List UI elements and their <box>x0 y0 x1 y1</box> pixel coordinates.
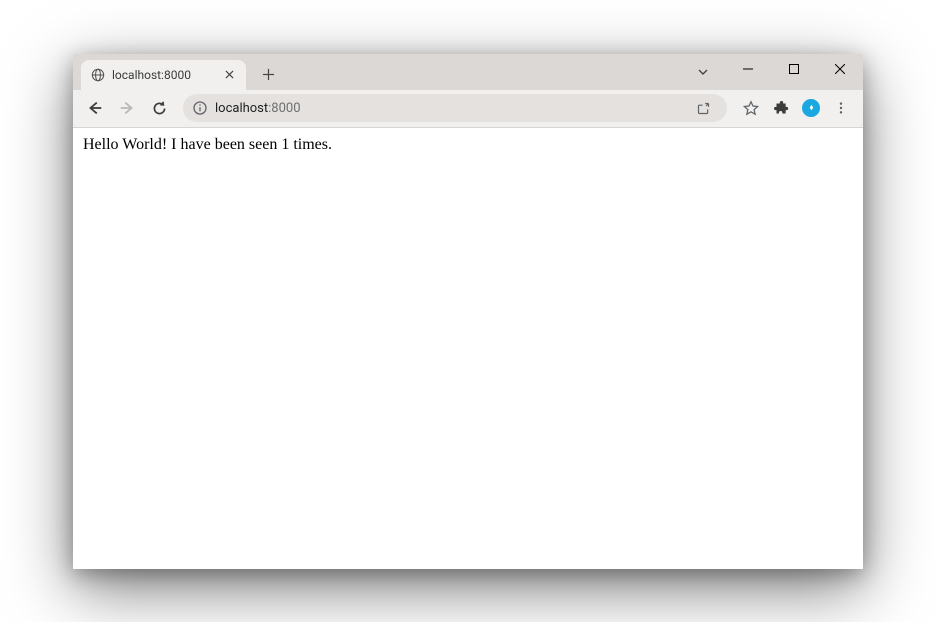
toolbar: localhost:8000 <box>73 90 863 128</box>
extensions-button[interactable] <box>767 94 795 122</box>
site-info-icon[interactable] <box>193 101 207 115</box>
body-text: Hello World! I have been seen 1 times. <box>83 136 332 153</box>
tabs-dropdown-button[interactable] <box>691 60 715 84</box>
close-tab-button[interactable] <box>222 68 236 82</box>
share-button[interactable] <box>689 94 717 122</box>
toolbar-right <box>737 94 855 122</box>
new-tab-button[interactable] <box>254 61 282 89</box>
extension-circle-icon <box>802 99 820 117</box>
address-bar[interactable]: localhost:8000 <box>183 94 727 122</box>
reload-button[interactable] <box>145 94 173 122</box>
bookmark-button[interactable] <box>737 94 765 122</box>
title-bar: localhost:8000 <box>73 54 863 90</box>
close-window-button[interactable] <box>817 54 863 84</box>
tab-strip: localhost:8000 <box>73 54 282 90</box>
maximize-button[interactable] <box>771 54 817 84</box>
extension-badge[interactable] <box>797 94 825 122</box>
page-content: Hello World! I have been seen 1 times. <box>73 128 863 569</box>
url-text: localhost:8000 <box>215 101 681 116</box>
forward-button[interactable] <box>113 94 141 122</box>
url-port: :8000 <box>268 101 300 116</box>
window-controls <box>725 54 863 84</box>
minimize-button[interactable] <box>725 54 771 84</box>
browser-window: localhost:8000 <box>73 54 863 569</box>
tab-title: localhost:8000 <box>112 68 215 82</box>
globe-icon <box>91 68 105 82</box>
url-host: localhost <box>215 101 268 116</box>
back-button[interactable] <box>81 94 109 122</box>
menu-button[interactable] <box>827 94 855 122</box>
browser-tab[interactable]: localhost:8000 <box>81 60 246 90</box>
